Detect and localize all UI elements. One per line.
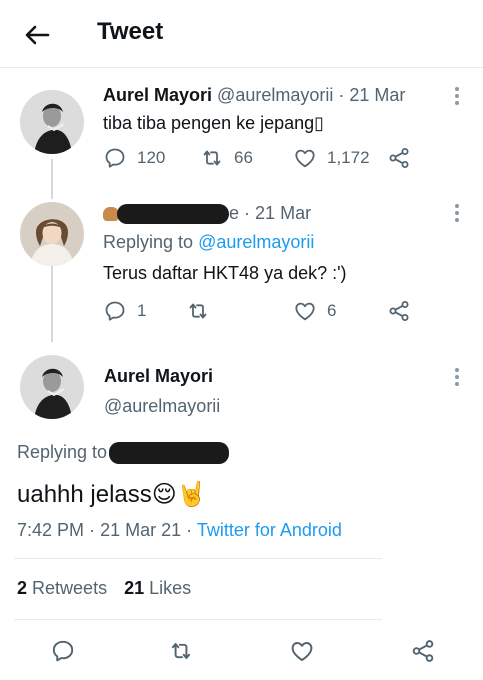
- share-icon: [387, 299, 411, 323]
- tweet-text: tiba tiba pengen ke jepang▯: [103, 113, 325, 133]
- replying-to-label: Replying to: [17, 442, 108, 462]
- display-name[interactable]: Aurel Mayori: [104, 366, 213, 387]
- reply-icon: [50, 638, 76, 664]
- redacted-handle: [109, 442, 230, 465]
- retweet-icon: [186, 299, 210, 323]
- separator: ·: [186, 520, 193, 540]
- replying-to-label: Replying to: [103, 232, 194, 252]
- like-button[interactable]: 6: [293, 299, 336, 323]
- thread-connector: [51, 159, 53, 199]
- separator: ·: [89, 520, 96, 540]
- heart-icon: [289, 638, 315, 664]
- tweet-date[interactable]: 21 Mar: [255, 203, 311, 223]
- more-vertical-icon[interactable]: [447, 201, 467, 225]
- like-count: 6: [327, 301, 337, 320]
- handle[interactable]: @aurelmayorii: [104, 396, 220, 417]
- avatar[interactable]: [20, 355, 84, 419]
- likes-count: 21: [124, 578, 145, 598]
- share-button[interactable]: [410, 638, 436, 664]
- replying-to: Replying to: [17, 442, 230, 465]
- reply-button[interactable]: [50, 638, 76, 664]
- retweet-button[interactable]: 66: [200, 146, 253, 170]
- retweets-stat[interactable]: 2 Retweets: [17, 578, 107, 598]
- reply-count: 1: [137, 301, 147, 320]
- tweet-text-content: uahhh jelass: [17, 481, 152, 508]
- tweet-timestamp: 7:42 PM · 21 Mar 21 · Twitter for Androi…: [17, 520, 342, 541]
- divider: [14, 619, 382, 620]
- replying-to-handle[interactable]: @aurelmayorii: [198, 232, 314, 252]
- separator: ·: [338, 85, 345, 105]
- arrow-left-icon[interactable]: [22, 20, 52, 50]
- retweet-button[interactable]: [186, 299, 210, 323]
- reply-icon: [103, 299, 127, 323]
- likes-stat[interactable]: 21 Likes: [124, 578, 191, 598]
- reply-icon: [103, 146, 127, 170]
- likes-label: Likes: [149, 578, 192, 598]
- rock-on-emoji-icon: 🤘: [176, 481, 207, 508]
- like-count: 1,172: [327, 148, 370, 167]
- reply-count: 120: [137, 148, 166, 167]
- share-button[interactable]: [387, 146, 411, 170]
- tweet-text: Terus daftar HKT48 ya dek? :'): [103, 263, 347, 283]
- top-bar: Tweet: [0, 0, 483, 68]
- retweets-label: Retweets: [32, 578, 108, 598]
- tweet-date[interactable]: 21 Mar: [349, 85, 405, 105]
- display-name[interactable]: Aurel Mayori: [103, 85, 212, 105]
- avatar[interactable]: [20, 90, 84, 154]
- tweet-text: uahhh jelass😌🤘: [17, 480, 207, 509]
- tweet-stats: 2 Retweets 21 Likes: [17, 578, 191, 599]
- like-button[interactable]: [289, 638, 315, 664]
- retweet-icon: [168, 638, 194, 664]
- retweet-icon: [200, 146, 224, 170]
- separator: ·: [244, 203, 251, 223]
- tweet-source[interactable]: Twitter for Android: [197, 520, 342, 540]
- divider: [14, 558, 382, 559]
- tweet-header: e · 21 Mar: [103, 203, 311, 225]
- retweets-count: 2: [17, 578, 28, 598]
- tweet-date[interactable]: 21 Mar 21: [100, 520, 181, 540]
- more-vertical-icon[interactable]: [447, 84, 467, 108]
- redacted-name: [117, 204, 229, 225]
- avatar[interactable]: [20, 202, 84, 266]
- display-name-tail: e: [229, 203, 240, 223]
- handle[interactable]: @aurelmayorii: [217, 85, 333, 105]
- share-icon: [387, 146, 411, 170]
- heart-icon: [293, 299, 317, 323]
- share-icon: [410, 638, 436, 664]
- reply-button[interactable]: 120: [103, 146, 165, 170]
- thread-connector: [51, 266, 53, 342]
- replying-to: Replying to @aurelmayorii: [103, 232, 314, 253]
- retweet-button[interactable]: [168, 638, 194, 664]
- reply-button[interactable]: 1: [103, 299, 146, 323]
- relieved-emoji-icon: 😌: [151, 481, 177, 508]
- share-button[interactable]: [387, 299, 411, 323]
- heart-icon: [293, 146, 317, 170]
- more-vertical-icon[interactable]: [447, 365, 467, 389]
- tweet-header: Aurel Mayori @aurelmayorii · 21 Mar: [103, 85, 405, 106]
- retweet-count: 66: [234, 148, 253, 167]
- tweet-time[interactable]: 7:42 PM: [17, 520, 84, 540]
- like-button[interactable]: 1,172: [293, 146, 370, 170]
- page-title: Tweet: [97, 18, 164, 45]
